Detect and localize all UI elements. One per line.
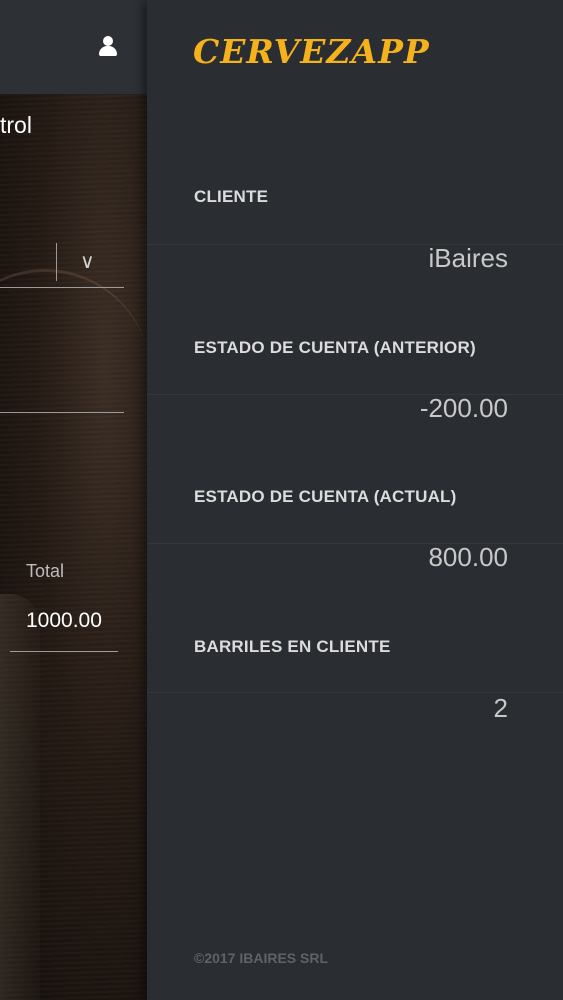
input-field-underline — [0, 412, 124, 413]
page-title: trol — [0, 112, 32, 138]
chevron-down-icon[interactable]: ∨ — [80, 249, 95, 274]
main-page: trol ∨ Total 1000.00 — [0, 0, 150, 1000]
client-value: iBaires — [428, 243, 508, 273]
background-glass — [0, 594, 40, 1000]
user-icon[interactable] — [99, 36, 117, 56]
total-field-underline — [10, 651, 118, 652]
select-field-underline — [0, 287, 124, 288]
user-icon-head — [103, 36, 113, 46]
current-balance-label: ESTADO DE CUENTA (ACTUAL) — [194, 487, 457, 506]
total-field[interactable]: 1000.00 — [26, 609, 102, 633]
background-arch — [0, 269, 150, 529]
background-image — [0, 94, 150, 1000]
total-label: Total — [26, 561, 65, 581]
current-balance-value: 800.00 — [428, 542, 508, 572]
app-logo: CERVEZAPP — [193, 32, 430, 71]
previous-balance-label: ESTADO DE CUENTA (ANTERIOR) — [194, 338, 476, 357]
user-icon-body — [99, 46, 117, 56]
barrels-label: BARRILES EN CLIENTE — [194, 637, 391, 656]
copyright-footer: ©2017 IBAIRES SRL — [194, 950, 329, 966]
client-label: CLIENTE — [194, 187, 269, 206]
barrels-value: 2 — [493, 693, 508, 723]
previous-balance-value: -200.00 — [419, 393, 508, 423]
top-bar — [0, 0, 150, 94]
select-divider — [56, 243, 57, 281]
side-drawer: CERVEZAPP CLIENTE iBaires ESTADO DE CUEN… — [147, 0, 563, 1000]
